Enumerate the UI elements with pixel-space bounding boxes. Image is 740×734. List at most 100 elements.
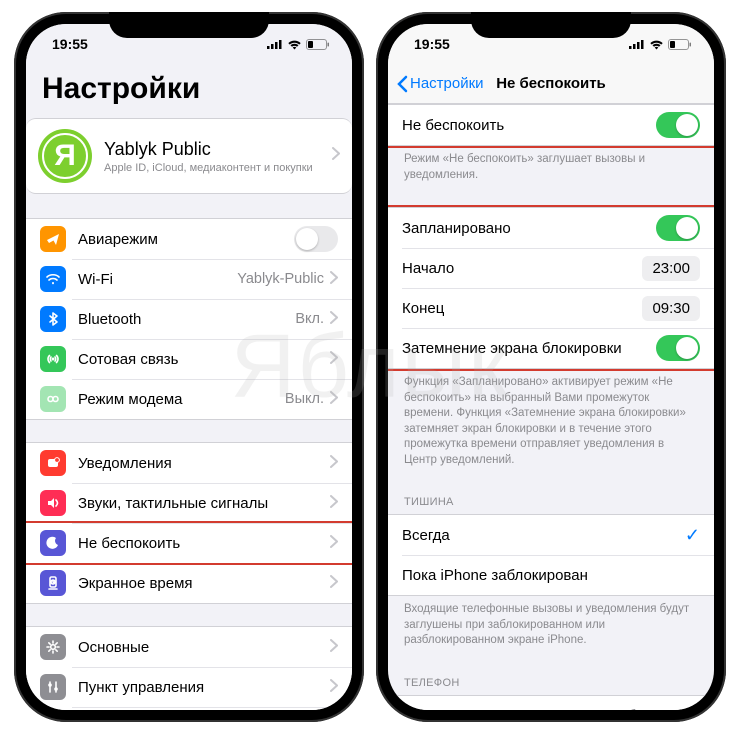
silence-always-row[interactable]: Всегда ✓ bbox=[388, 515, 714, 555]
profile-sub: Apple ID, iCloud, медиаконтент и покупки bbox=[104, 162, 332, 174]
notifications-icon bbox=[40, 450, 66, 476]
wifi-icon bbox=[649, 39, 664, 50]
allow-calls-row[interactable]: Допуск вызовов От избранных bbox=[388, 696, 714, 710]
settings-row-general[interactable]: Основные bbox=[26, 627, 352, 667]
chevron-right-icon bbox=[330, 639, 338, 656]
battery-icon bbox=[668, 39, 692, 50]
phone-frame-left: 19:55 Настройки Я Yablyk Public Apple ID… bbox=[14, 12, 364, 722]
screen-left: 19:55 Настройки Я Yablyk Public Apple ID… bbox=[26, 24, 352, 710]
apple-id-row[interactable]: Я Yablyk Public Apple ID, iCloud, медиак… bbox=[26, 118, 352, 194]
row-label: Wi-Fi bbox=[78, 271, 237, 288]
phone-frame-right: 19:55 Настройки Не беспокоить bbox=[376, 12, 726, 722]
chevron-right-icon bbox=[330, 679, 338, 696]
bluetooth-icon bbox=[40, 306, 66, 332]
settings-row-display[interactable]: AAЭкран и яркость bbox=[26, 707, 352, 710]
settings-row-airplane[interactable]: Авиарежим bbox=[26, 219, 352, 259]
time-value[interactable]: 23:00 bbox=[642, 256, 700, 281]
toggle[interactable] bbox=[656, 215, 700, 241]
chevron-right-icon bbox=[692, 707, 700, 710]
settings-row-hotspot[interactable]: Режим модемаВыкл. bbox=[26, 379, 352, 419]
group-footer: Входящие телефонные вызовы и уведомления… bbox=[388, 596, 714, 651]
airplane-icon bbox=[40, 226, 66, 252]
row-label: Затемнение экрана блокировки bbox=[402, 340, 656, 357]
chevron-right-icon bbox=[330, 455, 338, 472]
status-indicators bbox=[629, 39, 692, 50]
toggle[interactable] bbox=[656, 112, 700, 138]
settings-row-cellular[interactable]: Сотовая связь bbox=[26, 339, 352, 379]
row-label: Экранное время bbox=[78, 575, 330, 592]
toggle[interactable] bbox=[294, 226, 338, 252]
row-label: Пока iPhone заблокирован bbox=[402, 567, 700, 584]
screentime-icon bbox=[40, 570, 66, 596]
row-label: Звуки, тактильные сигналы bbox=[78, 495, 330, 512]
row-label: Не беспокоить bbox=[402, 117, 656, 134]
wifi-icon bbox=[40, 266, 66, 292]
settings-row-control-center[interactable]: Пункт управления bbox=[26, 667, 352, 707]
chevron-right-icon bbox=[330, 351, 338, 368]
battery-icon bbox=[306, 39, 330, 50]
avatar: Я bbox=[38, 129, 92, 183]
row-label: Запланировано bbox=[402, 220, 656, 237]
row-label: Пункт управления bbox=[78, 679, 330, 696]
toggle[interactable] bbox=[656, 335, 700, 361]
status-time: 19:55 bbox=[414, 36, 450, 52]
row-label: Не беспокоить bbox=[78, 535, 330, 552]
chevron-right-icon bbox=[330, 535, 338, 552]
sounds-icon bbox=[40, 490, 66, 516]
row-label: Режим модема bbox=[78, 391, 285, 408]
chevron-right-icon bbox=[330, 495, 338, 512]
control-center-icon bbox=[40, 674, 66, 700]
row-label: Сотовая связь bbox=[78, 351, 330, 368]
nav-bar: Настройки Не беспокоить bbox=[388, 64, 714, 104]
checkmark-icon: ✓ bbox=[685, 525, 700, 546]
notch bbox=[471, 12, 631, 38]
row-label: Конец bbox=[402, 300, 642, 317]
back-label: Настройки bbox=[410, 75, 484, 92]
chevron-right-icon bbox=[330, 575, 338, 592]
row-label: Начало bbox=[402, 260, 642, 277]
chevron-left-icon bbox=[396, 75, 408, 93]
status-indicators bbox=[267, 39, 330, 50]
time-value[interactable]: 09:30 bbox=[642, 296, 700, 321]
chevron-right-icon bbox=[330, 271, 338, 288]
row-value: От избранных bbox=[591, 708, 686, 710]
dnd-icon bbox=[40, 530, 66, 556]
row-label: Всегда bbox=[402, 527, 685, 544]
row-label: Bluetooth bbox=[78, 311, 295, 328]
chevron-right-icon bbox=[330, 391, 338, 408]
settings-row-notifications[interactable]: Уведомления bbox=[26, 443, 352, 483]
settings-row-wifi[interactable]: Wi-FiYablyk-Public bbox=[26, 259, 352, 299]
wifi-icon bbox=[287, 39, 302, 50]
row-label: Основные bbox=[78, 639, 330, 656]
settings-row-sounds[interactable]: Звуки, тактильные сигналы bbox=[26, 483, 352, 523]
page-title: Настройки bbox=[26, 64, 352, 118]
back-button[interactable]: Настройки bbox=[388, 75, 484, 93]
profile-name: Yablyk Public bbox=[104, 139, 332, 160]
status-time: 19:55 bbox=[52, 36, 88, 52]
row-value: Yablyk-Public bbox=[237, 271, 324, 287]
signal-icon bbox=[629, 39, 645, 49]
row-value: Вкл. bbox=[295, 311, 324, 327]
group-header: ТЕЛЕФОН bbox=[388, 673, 714, 695]
settings-row-screentime[interactable]: Экранное время bbox=[26, 563, 352, 603]
chevron-right-icon bbox=[330, 311, 338, 328]
from-time-row[interactable]: Начало 23:00 bbox=[388, 248, 714, 288]
row-value: Выкл. bbox=[285, 391, 324, 407]
settings-row-bluetooth[interactable]: BluetoothВкл. bbox=[26, 299, 352, 339]
dnd-toggle-row[interactable]: Не беспокоить bbox=[388, 105, 714, 145]
screen-right: 19:55 Настройки Не беспокоить bbox=[388, 24, 714, 710]
to-time-row[interactable]: Конец 09:30 bbox=[388, 288, 714, 328]
signal-icon bbox=[267, 39, 283, 49]
notch bbox=[109, 12, 269, 38]
group-footer: Режим «Не беспокоить» заглушает вызовы и… bbox=[388, 146, 714, 185]
settings-row-dnd[interactable]: Не беспокоить bbox=[26, 523, 352, 563]
chevron-right-icon bbox=[332, 147, 340, 165]
scheduled-toggle-row[interactable]: Запланировано bbox=[388, 208, 714, 248]
dim-lock-toggle-row[interactable]: Затемнение экрана блокировки bbox=[388, 328, 714, 368]
row-label: Авиарежим bbox=[78, 231, 294, 248]
silence-locked-row[interactable]: Пока iPhone заблокирован bbox=[388, 555, 714, 595]
row-label: Допуск вызовов bbox=[402, 707, 591, 710]
hotspot-icon bbox=[40, 386, 66, 412]
group-footer: Функция «Запланировано» активирует режим… bbox=[388, 369, 714, 470]
general-icon bbox=[40, 634, 66, 660]
